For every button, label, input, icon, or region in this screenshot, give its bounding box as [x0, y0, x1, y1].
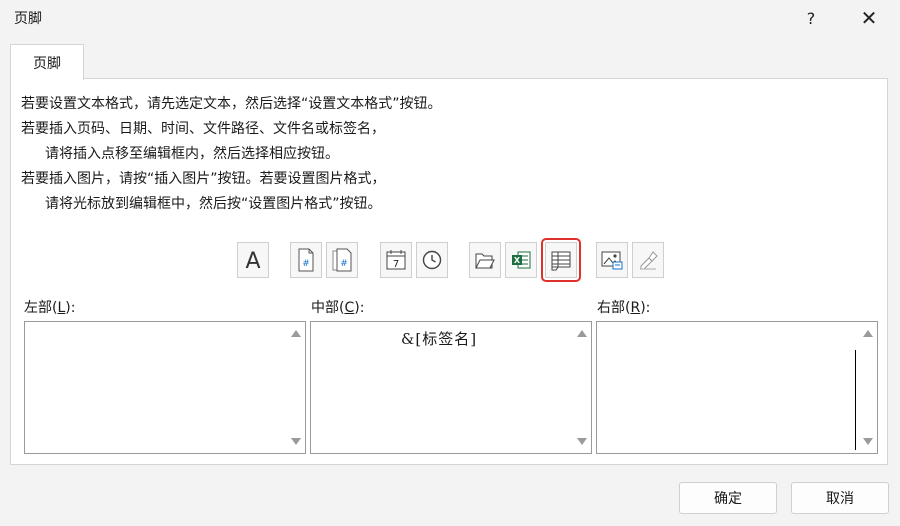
insert-file-path-button[interactable]: [469, 242, 501, 278]
format-text-icon: A: [242, 248, 264, 272]
dialog-title: 页脚: [14, 11, 42, 27]
insert-sheet-name-icon: [550, 249, 572, 271]
right-accel-key: R: [630, 300, 641, 316]
instruction-line: 请将光标放到编辑框中，然后按“设置图片格式”按钮。: [45, 196, 382, 212]
center-section-content: &[标签名]: [401, 330, 478, 348]
svg-text:#: #: [340, 259, 348, 269]
insert-time-button[interactable]: [416, 242, 448, 278]
cancel-button[interactable]: 取消: [791, 482, 889, 514]
center-section-editor[interactable]: &[标签名]: [310, 321, 592, 454]
help-button[interactable]: ?: [788, 2, 834, 34]
insert-file-name-button[interactable]: X: [505, 242, 537, 278]
insert-file-name-icon: X: [510, 249, 532, 271]
insert-sheet-name-button[interactable]: [541, 238, 581, 282]
insert-page-number-button[interactable]: #: [290, 242, 322, 278]
instruction-line: 若要插入页码、日期、时间、文件路径、文件名或标签名，: [21, 121, 385, 137]
center-accel-key: C: [344, 300, 355, 316]
scroll-down-icon[interactable]: [863, 438, 873, 445]
scroll-down-icon[interactable]: [577, 438, 587, 445]
scroll-up-icon[interactable]: [577, 330, 587, 337]
instruction-line: 若要插入图片，请按“插入图片”按钮。若要设置图片格式，: [21, 171, 386, 187]
svg-text:X: X: [514, 256, 521, 265]
right-scrollbar[interactable]: [859, 322, 877, 453]
insert-page-count-button[interactable]: #: [326, 242, 358, 278]
title-bar: 页脚 ? ✕: [0, 0, 900, 36]
scroll-up-icon[interactable]: [291, 330, 301, 337]
left-section-label: 左部(L):: [24, 300, 76, 316]
scroll-down-icon[interactable]: [291, 438, 301, 445]
insert-picture-button[interactable]: [596, 242, 628, 278]
scroll-up-icon[interactable]: [863, 330, 873, 337]
left-scrollbar[interactable]: [287, 322, 305, 453]
svg-text:7: 7: [393, 259, 399, 270]
instruction-line: 若要设置文本格式，请先选定文本，然后选择“设置文本格式”按钮。: [21, 96, 442, 112]
svg-text:A: A: [245, 249, 260, 272]
center-section-label: 中部(C):: [311, 300, 365, 316]
instruction-line: 请将插入点移至编辑框内，然后选择相应按钮。: [45, 146, 339, 162]
insert-file-path-icon: [474, 249, 496, 271]
center-scrollbar[interactable]: [573, 322, 591, 453]
svg-text:#: #: [302, 259, 310, 269]
insert-page-number-icon: #: [296, 248, 316, 272]
tab-footer[interactable]: 页脚: [10, 44, 84, 80]
insert-time-icon: [421, 249, 443, 271]
text-caret: [855, 350, 856, 450]
insert-picture-icon: [600, 249, 624, 271]
format-picture-icon: [637, 249, 659, 271]
format-text-button[interactable]: A: [237, 242, 269, 278]
insert-date-icon: 7: [385, 249, 407, 271]
insert-page-count-icon: #: [331, 248, 353, 272]
format-picture-button[interactable]: [632, 242, 664, 278]
close-button[interactable]: ✕: [846, 2, 892, 34]
right-section-label: 右部(R):: [597, 300, 651, 316]
ok-button[interactable]: 确定: [679, 482, 777, 514]
left-section-editor[interactable]: [24, 321, 306, 454]
insert-date-button[interactable]: 7: [380, 242, 412, 278]
right-section-editor[interactable]: [596, 321, 878, 454]
